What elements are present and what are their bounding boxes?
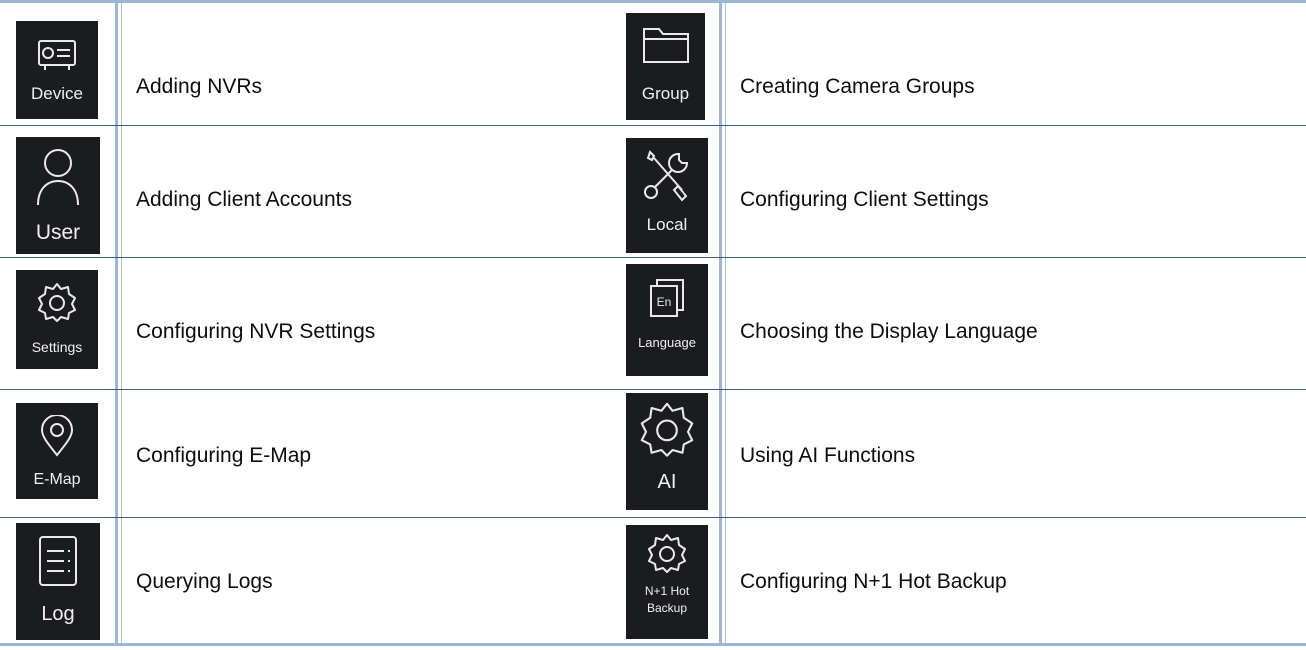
device-icon [38,40,76,70]
item-configuring-n1-hot-backup: Configuring N+1 Hot Backup [740,570,1007,593]
row-separator [0,517,1306,518]
emap-label: E-Map [33,471,81,488]
language-icon: En [650,279,684,317]
column-rule [115,3,118,643]
item-configuring-e-map: Configuring E-Map [136,444,312,467]
settings-tile[interactable]: Settings [16,270,98,369]
row-separator [0,257,1306,258]
emap-tile[interactable]: E-Map [16,403,98,499]
folder-icon [642,28,689,63]
ai-label: AI [657,471,677,493]
settings-label: Settings [31,339,83,355]
log-tile[interactable]: Log [16,523,100,640]
item-using-ai-functions: Using AI Functions [740,444,916,467]
hot-backup-tile[interactable]: N+1 Hot Backup [626,525,708,639]
user-tile[interactable]: User [16,137,100,254]
gear-icon [640,402,694,457]
table-top-rule [0,0,1306,3]
local-tile[interactable]: Local [626,138,708,253]
user-icon [37,149,79,206]
gear-icon [648,534,686,573]
row-separator [0,389,1306,390]
item-configuring-client-settings: Configuring Client Settings [740,188,989,211]
function-table: Device Adding NVRs Group Creating Camera… [0,0,1306,650]
device-label: Device [31,84,83,103]
column-rule [719,3,722,643]
item-choosing-display-language: Choosing the Display Language [740,320,1038,343]
column-rule [121,3,122,643]
user-label: User [35,221,81,244]
table-bottom-rule [0,643,1306,646]
svg-text:En: En [657,295,672,309]
device-tile[interactable]: Device [16,21,98,119]
column-rule [725,3,726,643]
language-label: Language [638,335,696,350]
item-creating-camera-groups: Creating Camera Groups [740,75,975,98]
item-querying-logs: Querying Logs [136,570,273,593]
row-separator [0,125,1306,126]
item-configuring-nvr-settings: Configuring NVR Settings [136,320,376,343]
ai-tile[interactable]: AI [626,393,708,510]
hot-backup-label-line2: Backup [646,601,688,616]
map-pin-icon [40,415,74,457]
log-label: Log [41,603,75,625]
item-adding-nvrs: Adding NVRs [136,75,263,98]
group-tile[interactable]: Group [626,13,705,120]
gear-icon [38,283,76,322]
item-adding-client-accounts: Adding Client Accounts [136,188,352,211]
language-tile[interactable]: En Language [626,264,708,376]
local-label: Local [646,215,688,234]
group-label: Group [641,84,690,103]
hot-backup-label-line1: N+1 Hot [644,584,690,598]
log-list-icon [39,536,77,586]
tools-icon [644,150,689,202]
